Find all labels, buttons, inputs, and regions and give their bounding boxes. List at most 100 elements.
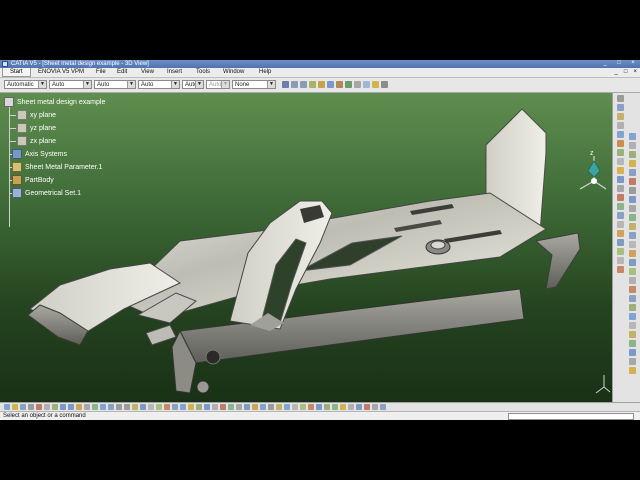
layer-icon[interactable]: [340, 404, 346, 410]
publication-icon[interactable]: [345, 81, 352, 88]
knowledge-icon[interactable]: [629, 277, 636, 284]
formula-icon[interactable]: [629, 286, 636, 293]
rule-icon[interactable]: [629, 331, 636, 338]
doc-minimize-button[interactable]: _: [615, 68, 618, 77]
design-table-icon[interactable]: [629, 304, 636, 311]
tools-icon[interactable]: [372, 404, 378, 410]
rotate-icon[interactable]: [629, 205, 636, 212]
join-icon[interactable]: [629, 187, 636, 194]
point-icon[interactable]: [629, 133, 636, 140]
video-icon[interactable]: [268, 404, 274, 410]
law-icon[interactable]: [629, 295, 636, 302]
power-input-field[interactable]: [508, 413, 634, 420]
line-icon[interactable]: [629, 142, 636, 149]
dimension-icon[interactable]: [244, 404, 250, 410]
sketcher-icon[interactable]: [617, 104, 624, 111]
whats-this-icon[interactable]: [76, 404, 82, 410]
iso-view-icon[interactable]: [148, 404, 154, 410]
analysis-icon[interactable]: [629, 250, 636, 257]
linetype-dropdown[interactable]: Auto ▼: [138, 80, 180, 89]
wall-icon[interactable]: [363, 81, 370, 88]
update-icon[interactable]: [309, 81, 316, 88]
tree-item-yz-plane[interactable]: yz plane: [17, 123, 56, 134]
menu-start[interactable]: Start: [2, 68, 31, 77]
cutout-icon[interactable]: [617, 212, 624, 219]
capture-icon[interactable]: [260, 404, 266, 410]
tree-item-partbody[interactable]: PartBody: [12, 175, 54, 186]
hem-icon[interactable]: [617, 167, 624, 174]
compass-icon[interactable]: [579, 156, 607, 190]
sphere-icon[interactable]: [324, 404, 330, 410]
redo-icon[interactable]: [300, 81, 307, 88]
measure-icon[interactable]: [629, 241, 636, 248]
catalog-icon[interactable]: [629, 268, 636, 275]
transparency-dropdown[interactable]: Auto ▼: [49, 80, 92, 89]
tree-item-sheet-metal-parameter[interactable]: Sheet Metal Parameter.1: [12, 162, 102, 173]
swept-wall-icon[interactable]: [617, 149, 624, 156]
affinity-icon[interactable]: [629, 232, 636, 239]
constraint-icon[interactable]: [236, 404, 242, 410]
sketch-icon[interactable]: [318, 81, 325, 88]
paste-icon[interactable]: [52, 404, 58, 410]
fold-icon[interactable]: [617, 203, 624, 210]
color-dropdown[interactable]: Automatic ▼: [4, 80, 47, 89]
minimize-button[interactable]: _: [600, 60, 610, 67]
hide-show-icon[interactable]: [164, 404, 170, 410]
doc-restore-button[interactable]: □: [624, 68, 628, 77]
3d-viewport[interactable]: z Sheet metal design example xy plane yz…: [0, 93, 612, 402]
plane-icon[interactable]: [629, 151, 636, 158]
painter-icon[interactable]: [282, 81, 289, 88]
macro-icon[interactable]: [629, 358, 636, 365]
translate-icon[interactable]: [629, 196, 636, 203]
light-icon[interactable]: [284, 404, 290, 410]
fit-all-icon[interactable]: [92, 404, 98, 410]
option-icon[interactable]: [629, 367, 636, 374]
bend-icon[interactable]: [617, 185, 624, 192]
zoom-in-icon[interactable]: [116, 404, 122, 410]
pan-icon[interactable]: [100, 404, 106, 410]
new-icon[interactable]: [4, 404, 10, 410]
open-icon[interactable]: [12, 404, 18, 410]
multi-view-icon[interactable]: [140, 404, 146, 410]
apply-material-icon[interactable]: [629, 259, 636, 266]
menu-insert[interactable]: Insert: [167, 68, 182, 77]
undo-icon[interactable]: [291, 81, 298, 88]
camera-icon[interactable]: [292, 404, 298, 410]
zoom-out-icon[interactable]: [124, 404, 130, 410]
scale-icon[interactable]: [629, 223, 636, 230]
fly-mode-icon[interactable]: [84, 404, 90, 410]
list-icon[interactable]: [629, 349, 636, 356]
filter-icon[interactable]: [348, 404, 354, 410]
point-symbol-dropdown[interactable]: Auto ▼: [182, 80, 204, 89]
corner-relief-icon[interactable]: [617, 230, 624, 237]
extrusion-icon[interactable]: [617, 140, 624, 147]
louver-icon[interactable]: [617, 248, 624, 255]
tear-drop-icon[interactable]: [617, 176, 624, 183]
apply-material-icon[interactable]: [196, 404, 202, 410]
stamp-icon[interactable]: [617, 239, 624, 246]
close-button[interactable]: ×: [628, 60, 638, 67]
menu-file[interactable]: File: [96, 68, 106, 77]
wall-icon[interactable]: [617, 122, 624, 129]
annotation-icon[interactable]: [252, 404, 258, 410]
menu-enovia[interactable]: ENOVIA V5 VPM: [38, 68, 84, 77]
copy-icon[interactable]: [44, 404, 50, 410]
line-thickness-dropdown[interactable]: Auto ▼: [94, 80, 136, 89]
measure-icon[interactable]: [336, 81, 343, 88]
swap-space-icon[interactable]: [172, 404, 178, 410]
link-icon[interactable]: [356, 404, 362, 410]
redo-icon[interactable]: [68, 404, 74, 410]
sheet-icon[interactable]: [354, 81, 361, 88]
catalog-browser-icon[interactable]: [276, 404, 282, 410]
unfold-icon[interactable]: [617, 194, 624, 201]
print-icon[interactable]: [28, 404, 34, 410]
measure-item-icon[interactable]: [188, 404, 194, 410]
menu-view[interactable]: View: [141, 68, 154, 77]
save-icon[interactable]: [20, 404, 26, 410]
grid-icon[interactable]: [212, 404, 218, 410]
menu-edit[interactable]: Edit: [117, 68, 127, 77]
menu-help[interactable]: Help: [259, 68, 271, 77]
symmetry-icon[interactable]: [629, 214, 636, 221]
flange-icon[interactable]: [372, 81, 379, 88]
project-icon[interactable]: [629, 160, 636, 167]
